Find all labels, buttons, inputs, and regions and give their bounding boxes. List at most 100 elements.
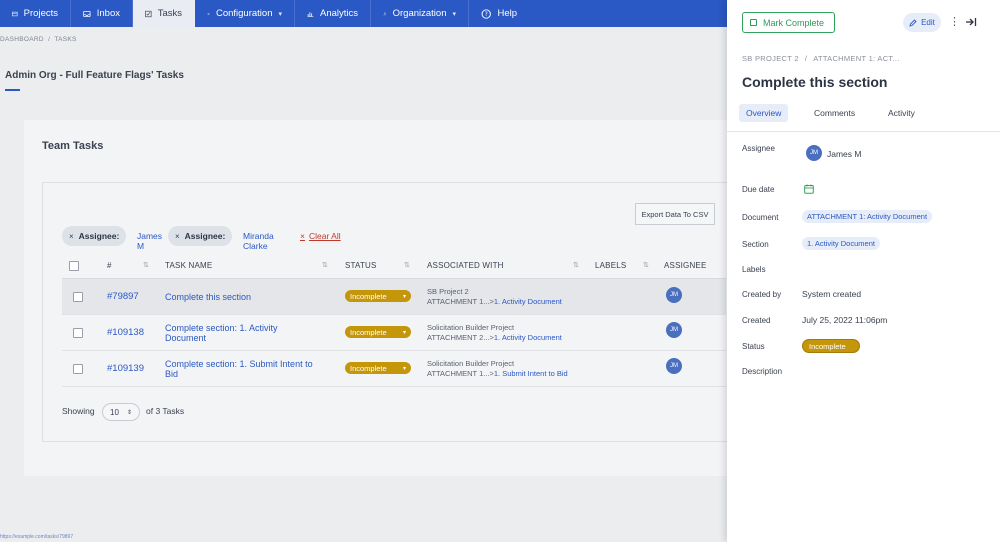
panel-breadcrumb-project[interactable]: SB PROJECT 2 <box>742 54 799 63</box>
col-header-associated-with[interactable]: ASSOCIATED WITH <box>427 261 504 270</box>
section-link[interactable]: 1. Activity Document <box>802 237 880 250</box>
page-size-value: 10 <box>110 407 119 417</box>
help-icon: ? <box>481 8 491 19</box>
chevron-down-icon: ▾ <box>402 293 406 300</box>
close-icon: × <box>300 231 305 241</box>
avatar[interactable]: JM <box>666 287 682 303</box>
chevron-down-icon: ▾ <box>452 10 456 18</box>
chevron-down-icon: ▾ <box>278 10 282 18</box>
sort-icon[interactable]: ⇅ <box>143 261 149 269</box>
title-underline <box>5 89 20 91</box>
nav-organization[interactable]: Organization ▾ <box>371 0 469 27</box>
document-link[interactable]: ATTACHMENT 1: Activity Document <box>802 210 933 223</box>
inbox-icon <box>83 10 91 17</box>
nav-configuration-label: Configuration <box>215 8 273 19</box>
status-label: Incomplete <box>350 327 387 337</box>
assignee-label: Assignee <box>742 144 775 153</box>
team-tasks-title: Team Tasks <box>42 140 104 152</box>
breadcrumb-dashboard[interactable]: DASHBOARD <box>0 36 44 43</box>
filter-chip-assignee-miranda: × Assignee: Miranda Clarke <box>168 226 274 251</box>
more-options-icon[interactable]: ⋮ <box>949 15 960 28</box>
assoc-section-link[interactable]: 1. Activity Document <box>494 297 562 306</box>
labels-label: Labels <box>742 265 766 274</box>
gear-icon <box>207 12 210 15</box>
status-dropdown[interactable]: Incomplete ▾ <box>345 362 411 374</box>
task-name-link[interactable]: Complete section: 1. Submit Intent to Bi… <box>165 359 315 379</box>
tab-overview[interactable]: Overview <box>739 104 789 122</box>
nav-projects[interactable]: Projects <box>0 0 71 27</box>
page-title: Admin Org - Full Feature Flags' Tasks <box>5 70 184 81</box>
panel-breadcrumb-separator: / <box>804 54 808 63</box>
assoc-section-link[interactable]: 1. Activity Document <box>494 333 562 342</box>
remove-filter-icon[interactable]: × <box>175 232 180 241</box>
row-checkbox[interactable] <box>73 364 83 374</box>
panel-task-title: Complete this section <box>742 74 888 90</box>
row-checkbox[interactable] <box>73 328 83 338</box>
nav-organization-label: Organization <box>392 8 447 19</box>
created-value: July 25, 2022 11:06pm <box>802 315 888 325</box>
nav-analytics[interactable]: Analytics <box>295 0 371 27</box>
svg-text:?: ? <box>485 11 488 18</box>
due-date-label: Due date <box>742 185 775 194</box>
close-panel-icon[interactable] <box>965 16 977 28</box>
assoc-attachment: ATTACHMENT 1...> <box>427 297 494 306</box>
status-label: Incomplete <box>350 291 387 301</box>
assoc-project[interactable]: Solicitation Builder Project <box>427 323 562 333</box>
sort-icon[interactable]: ⇅ <box>643 261 649 269</box>
task-number[interactable]: #109139 <box>107 364 144 374</box>
tab-comments[interactable]: Comments <box>807 104 862 122</box>
filter-value: Miranda Clarke <box>243 231 274 251</box>
select-all-checkbox[interactable] <box>69 261 79 271</box>
sort-icon[interactable]: ⇅ <box>322 261 328 269</box>
panel-breadcrumb-attachment[interactable]: ATTACHMENT 1: ACT... <box>813 54 899 63</box>
task-number[interactable]: #79897 <box>107 292 139 302</box>
task-number[interactable]: #109138 <box>107 328 144 338</box>
col-header-labels[interactable]: LABELS <box>595 261 626 270</box>
filter-value: James M <box>137 231 163 251</box>
status-dropdown[interactable]: Incomplete ▾ <box>345 326 411 338</box>
task-name-link[interactable]: Complete this section <box>165 292 315 302</box>
col-header-num[interactable]: # <box>107 261 112 270</box>
remove-filter-icon[interactable]: × <box>69 232 74 241</box>
avatar[interactable]: JM <box>666 322 682 338</box>
status-dropdown[interactable]: Incomplete ▾ <box>345 290 411 302</box>
tasks-icon <box>145 10 152 17</box>
row-checkbox[interactable] <box>73 292 83 302</box>
chevron-down-icon: ▾ <box>402 329 406 336</box>
col-header-assignee[interactable]: ASSIGNEE <box>664 261 707 270</box>
calendar-icon[interactable] <box>804 184 814 194</box>
col-header-task-name[interactable]: TASK NAME <box>165 261 212 270</box>
assoc-project[interactable]: SB Project 2 <box>427 287 562 297</box>
edit-button[interactable]: Edit <box>903 13 941 32</box>
status-label: Incomplete <box>350 363 387 373</box>
nav-help-label: Help <box>497 8 517 19</box>
assignee-name[interactable]: James M <box>827 149 861 159</box>
created-label: Created <box>742 316 771 325</box>
avatar[interactable]: JM <box>806 145 822 161</box>
nav-help[interactable]: ? Help <box>469 0 529 27</box>
created-by-value: System created <box>802 289 862 299</box>
sort-icon[interactable]: ⇅ <box>573 261 579 269</box>
task-name-link[interactable]: Complete section: 1. Activity Document <box>165 323 315 343</box>
mark-complete-label: Mark Complete <box>763 17 825 28</box>
clear-all-filters[interactable]: × Clear All <box>300 231 341 241</box>
nav-inbox[interactable]: Inbox <box>71 0 133 27</box>
sort-icon[interactable]: ⇅ <box>404 261 410 269</box>
col-header-status[interactable]: STATUS <box>345 261 377 270</box>
tab-activity[interactable]: Activity <box>881 104 922 122</box>
export-csv-button[interactable]: Export Data To CSV <box>635 203 715 225</box>
nav-inbox-label: Inbox <box>96 8 120 19</box>
mark-complete-button[interactable]: Mark Complete <box>742 12 835 33</box>
pencil-icon <box>909 18 917 27</box>
tabs-divider <box>727 131 1000 132</box>
assoc-project[interactable]: Solicitation Builder Project <box>427 359 568 369</box>
assoc-section-link[interactable]: 1. Submit Intent to Bid <box>494 369 568 378</box>
breadcrumb-separator: / <box>48 36 51 43</box>
nav-tasks-label: Tasks <box>157 8 182 19</box>
page-size-select[interactable]: 10 ⇕ <box>102 403 140 421</box>
status-label: Status <box>742 342 765 351</box>
status-badge[interactable]: Incomplete <box>802 339 860 353</box>
avatar[interactable]: JM <box>666 358 682 374</box>
nav-tasks[interactable]: Tasks <box>133 0 195 27</box>
nav-configuration[interactable]: Configuration ▾ <box>195 0 295 27</box>
